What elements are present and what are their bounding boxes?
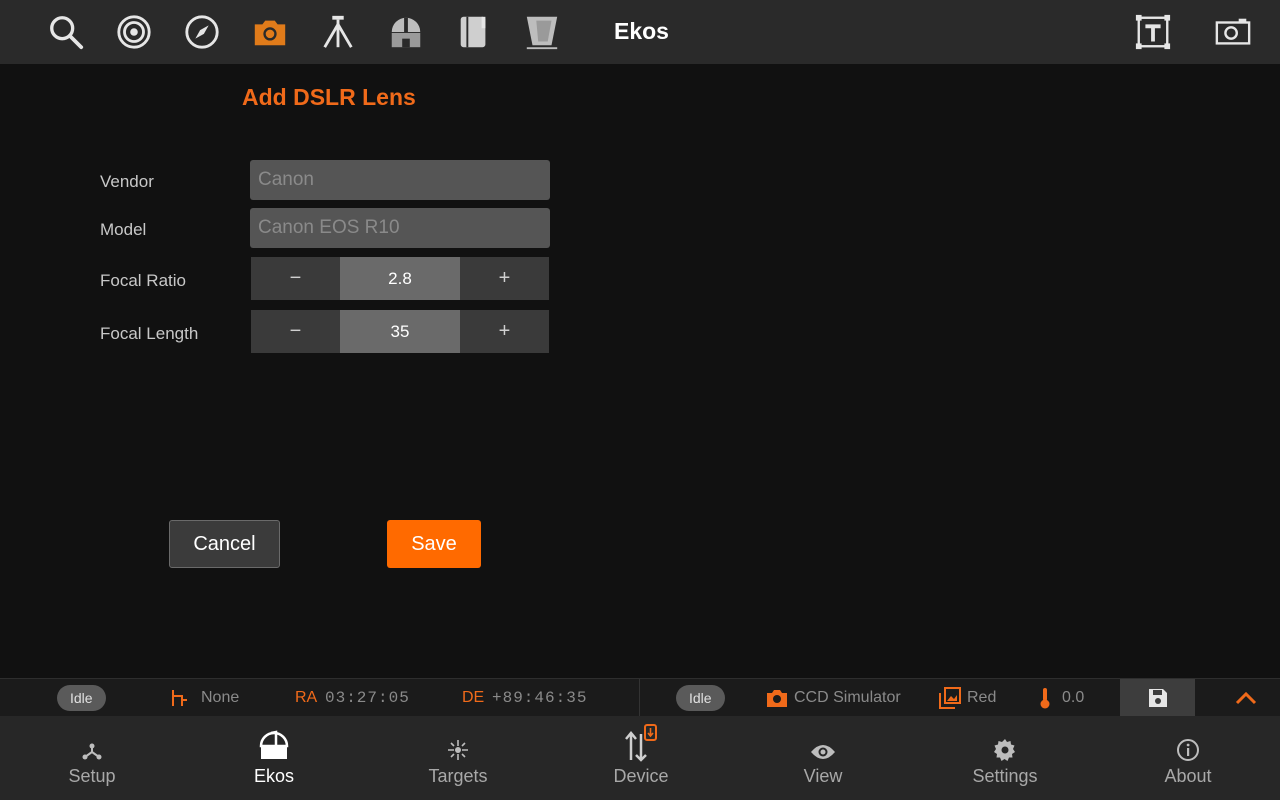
- setup-icon: [80, 716, 104, 766]
- mount-icon: [170, 679, 190, 717]
- nav-device[interactable]: Device: [551, 716, 731, 800]
- de-value: +89:46:35: [492, 689, 588, 707]
- form-title: Add DSLR Lens: [242, 84, 416, 110]
- focal-length-stepper: − 35 +: [251, 310, 549, 353]
- tripod-icon[interactable]: [318, 12, 358, 52]
- status-divider: [639, 679, 640, 717]
- top-toolbar: Ekos: [0, 0, 1280, 64]
- nav-ekos-label: Ekos: [253, 766, 295, 786]
- mount-status-badge: Idle: [57, 685, 106, 711]
- camera-icon[interactable]: [250, 12, 290, 52]
- temperature-value: 0.0: [1062, 689, 1085, 706]
- device-icon: [623, 716, 659, 766]
- nav-view[interactable]: View: [733, 716, 913, 800]
- focal-length-increment-button[interactable]: +: [460, 310, 549, 353]
- focal-ratio-label: Focal Ratio: [100, 271, 186, 290]
- de-label: DE: [462, 689, 485, 706]
- model-label: Model: [100, 220, 147, 239]
- vendor-label: Vendor: [100, 172, 154, 191]
- chevron-up-icon[interactable]: [1234, 679, 1258, 717]
- targets-icon: [446, 716, 470, 766]
- focal-length-value[interactable]: 35: [340, 310, 460, 353]
- focal-length-decrement-button[interactable]: −: [251, 310, 340, 353]
- search-icon[interactable]: [46, 12, 86, 52]
- floppy-icon: [1148, 689, 1167, 707]
- nav-device-label: Device: [613, 766, 669, 786]
- vendor-input[interactable]: [250, 160, 550, 200]
- camera-name: CCD Simulator: [794, 689, 901, 706]
- cancel-button[interactable]: Cancel: [169, 520, 280, 568]
- telescope-icon[interactable]: [522, 12, 562, 52]
- text-box-icon[interactable]: [1133, 12, 1173, 52]
- filter-name: Red: [967, 689, 997, 706]
- logbook-icon[interactable]: [454, 12, 494, 52]
- nav-view-label: View: [803, 766, 843, 786]
- nav-targets[interactable]: Targets: [368, 716, 548, 800]
- nav-setup-label: Setup: [68, 766, 116, 786]
- focal-ratio-stepper: − 2.8 +: [251, 257, 549, 300]
- thermometer-icon: [1039, 679, 1051, 717]
- ra-value: 03:27:05: [325, 689, 410, 707]
- camera-status-badge: Idle: [676, 685, 725, 711]
- screenshot-icon[interactable]: [1213, 12, 1253, 52]
- compass-icon[interactable]: [182, 12, 222, 52]
- camera-status-icon: [766, 679, 788, 717]
- nav-settings-label: Settings: [972, 766, 1038, 786]
- gear-icon: [993, 716, 1017, 766]
- nav-setup[interactable]: Setup: [2, 716, 182, 800]
- info-icon: [1176, 716, 1200, 766]
- ekos-dome-icon: [258, 716, 290, 766]
- focal-ratio-increment-button[interactable]: +: [460, 257, 549, 300]
- ra-label: RA: [295, 689, 318, 706]
- save-image-button[interactable]: [1120, 679, 1195, 717]
- bottom-navigation: Setup Ekos Targets Device View Settings: [0, 716, 1280, 800]
- eye-icon: [810, 716, 836, 766]
- focal-ratio-decrement-button[interactable]: −: [251, 257, 340, 300]
- observatory-icon[interactable]: [386, 12, 426, 52]
- focal-length-label: Focal Length: [100, 324, 199, 343]
- nav-settings[interactable]: Settings: [915, 716, 1095, 800]
- target-icon[interactable]: [114, 12, 154, 52]
- app-title: Ekos: [614, 18, 669, 44]
- nav-about-label: About: [1164, 766, 1212, 786]
- status-bar: Idle None RA 03:27:05 DE +89:46:35 Idle …: [0, 678, 1280, 717]
- save-button[interactable]: Save: [387, 520, 481, 568]
- nav-about[interactable]: About: [1098, 716, 1278, 800]
- mount-target: None: [201, 689, 240, 706]
- nav-targets-label: Targets: [428, 766, 488, 786]
- model-input[interactable]: [250, 208, 550, 248]
- focal-ratio-value[interactable]: 2.8: [340, 257, 460, 300]
- filter-icon: [939, 679, 961, 717]
- nav-ekos[interactable]: Ekos: [184, 716, 364, 800]
